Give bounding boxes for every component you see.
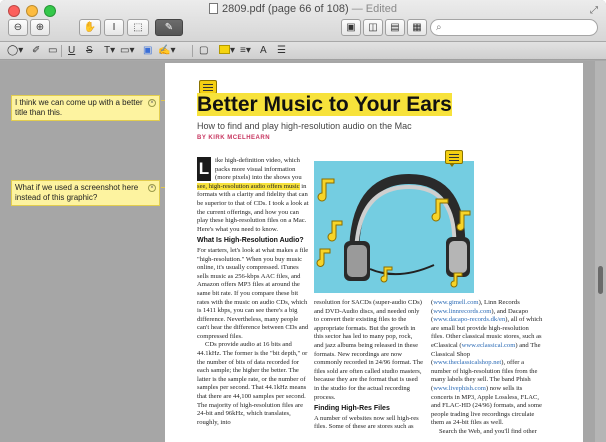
window-edited-status: — Edited bbox=[351, 3, 397, 15]
search-icon: ⌕ bbox=[436, 22, 442, 33]
margin-note-text: I think we can come up with a better tit… bbox=[15, 98, 143, 117]
body-paragraph: A number of websites now sell high-res f… bbox=[314, 414, 419, 431]
view-single-button[interactable]: ▣ bbox=[341, 19, 361, 36]
annotation-divider bbox=[61, 45, 62, 57]
note-close-icon[interactable]: × bbox=[148, 184, 156, 192]
view-sidebar-button[interactable]: ◫ bbox=[363, 19, 383, 36]
border-color-icon[interactable]: ▢ bbox=[199, 44, 208, 58]
note-icon[interactable]: ▣ bbox=[143, 44, 152, 58]
pdf-page[interactable]: Better Music to Your Ears How to find an… bbox=[165, 63, 583, 442]
title-bar: 2809.pdf (page 66 of 108) — Edited ⤢ ⊖ ⊕… bbox=[0, 0, 606, 42]
scrollbar-thumb[interactable] bbox=[598, 266, 603, 294]
window-title: 2809.pdf (page 66 of 108) — Edited bbox=[0, 3, 606, 15]
strikethrough-icon[interactable]: S bbox=[86, 44, 93, 58]
body-paragraph: CDs provide audio at 16 bits and 44.1kHz… bbox=[197, 341, 308, 426]
body-paragraph: Search the Web, and you'll find other bbox=[439, 427, 537, 435]
text-box-icon[interactable]: T▾ bbox=[104, 44, 115, 58]
zoom-out-button[interactable]: ⊖ bbox=[8, 19, 28, 36]
view-grid-button[interactable]: ▦ bbox=[407, 19, 427, 36]
sketch-icon[interactable]: ✐ bbox=[32, 44, 40, 58]
line-style-icon[interactable]: ≡▾ bbox=[240, 44, 251, 58]
intro-text: in formats with a clarity and fidelity t… bbox=[197, 182, 309, 233]
article-byline: BY KIRK MCELHEARN bbox=[197, 135, 271, 141]
article-link[interactable]: www.theclassicalshop.net bbox=[433, 359, 501, 366]
annotate-button[interactable]: ✎ bbox=[155, 19, 183, 36]
article-column-3: (www.gimell.com), Linn Records (www.linn… bbox=[431, 299, 543, 435]
line-weight-icon[interactable]: ☰ bbox=[277, 44, 286, 58]
article-subtitle: How to find and play high-resolution aud… bbox=[197, 121, 412, 131]
note-close-icon[interactable]: × bbox=[148, 99, 156, 107]
body-paragraph: resolution for SACDs (super-audio CDs) a… bbox=[314, 299, 424, 401]
pdf-document-icon bbox=[209, 3, 219, 14]
vertical-scrollbar[interactable] bbox=[595, 61, 606, 442]
note-anchor-icon[interactable] bbox=[445, 150, 463, 167]
article-link[interactable]: www.dacapo-records.dk/en bbox=[433, 316, 505, 323]
article-title: Better Music to Your Ears bbox=[197, 93, 452, 116]
underline-icon[interactable]: U bbox=[68, 44, 75, 58]
section-heading: Finding High-Res Files bbox=[314, 405, 390, 413]
margin-note[interactable]: I think we can come up with a better tit… bbox=[11, 95, 160, 121]
article-link[interactable]: www.eclassical.com bbox=[462, 342, 516, 349]
body-paragraph: For starters, let's look at what makes a… bbox=[197, 246, 309, 340]
speech-note-icon[interactable]: ▭▾ bbox=[120, 44, 134, 58]
pan-tool-button[interactable]: ✋ bbox=[79, 19, 101, 36]
intro-line: ike high-definition video, which bbox=[215, 157, 300, 164]
fullscreen-icon[interactable]: ⤢ bbox=[590, 5, 598, 16]
view-contact-button[interactable]: ▤ bbox=[385, 19, 405, 36]
sign-icon[interactable]: ✍▾ bbox=[158, 44, 175, 58]
annotation-toolbar: ◯▾ ✐ ▭ U S T▾ ▭▾ ▣ ✍▾ ▢ ▾ ≡▾ A ☰ bbox=[0, 42, 606, 60]
intro-line: packs more visual information bbox=[215, 165, 296, 173]
article-column-1: ike high-definition video, which packs m… bbox=[197, 157, 309, 427]
margin-note[interactable]: What if we used a screenshot here instea… bbox=[11, 180, 160, 206]
section-heading: What Is High-Resolution Audio? bbox=[197, 237, 304, 245]
margin-note-text: What if we used a screenshot here instea… bbox=[15, 183, 139, 202]
fill-color-icon[interactable]: ▾ bbox=[219, 44, 235, 58]
highlight-icon[interactable]: ▭ bbox=[48, 44, 57, 58]
headphones-illustration bbox=[314, 161, 474, 293]
preview-window: 2809.pdf (page 66 of 108) — Edited ⤢ ⊖ ⊕… bbox=[0, 0, 606, 442]
window-page-info: (page 66 of 108) bbox=[267, 3, 349, 15]
article-link[interactable]: www.livephish.com bbox=[433, 385, 486, 392]
search-input[interactable]: ⌕ bbox=[430, 19, 598, 36]
text-style-icon[interactable]: A bbox=[260, 44, 267, 58]
article-link[interactable]: www.gimell.com bbox=[433, 299, 478, 306]
shape-select-icon[interactable]: ◯▾ bbox=[7, 44, 23, 58]
headphones-graphic bbox=[316, 173, 471, 288]
rect-select-button[interactable]: ⬚ bbox=[127, 19, 149, 36]
zoom-in-button[interactable]: ⊕ bbox=[30, 19, 50, 36]
intro-line: (more pixels) into the shows you bbox=[215, 174, 302, 182]
window-filename: 2809.pdf bbox=[222, 3, 265, 15]
note-anchor-icon[interactable] bbox=[199, 80, 217, 97]
article-column-2: resolution for SACDs (super-audio CDs) a… bbox=[314, 299, 423, 432]
highlighted-text: see, high-resolution audio offers music bbox=[197, 182, 300, 190]
article-link[interactable]: www.linnrecords.com bbox=[433, 308, 491, 315]
annotation-divider bbox=[192, 45, 193, 57]
text-select-button[interactable]: I bbox=[104, 19, 124, 36]
